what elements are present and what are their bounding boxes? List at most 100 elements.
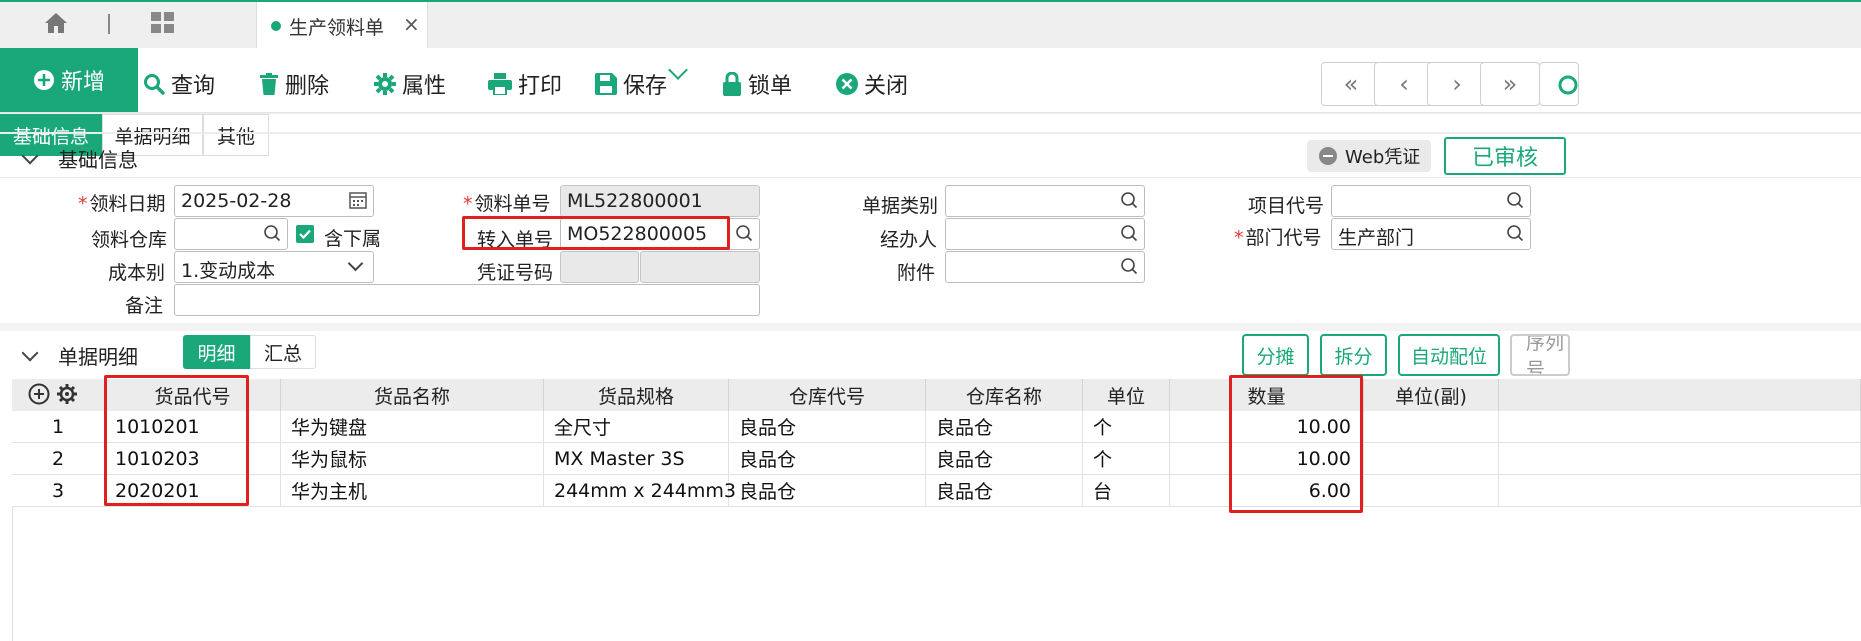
cell-spec[interactable]: 244mm x 244mm3 <box>544 475 736 507</box>
cell-wh_name[interactable]: 良品仓 <box>926 443 1083 475</box>
add-row-icon[interactable] <box>28 383 50 405</box>
cell-spec[interactable]: 全尺寸 <box>544 411 729 443</box>
cell-unit-secondary[interactable] <box>1364 475 1499 507</box>
warehouse-field[interactable] <box>174 218 288 250</box>
detail-header[interactable]: 单据明细 <box>21 341 138 370</box>
new-button-label: 新增 <box>60 70 105 95</box>
handler-field[interactable] <box>945 218 1145 250</box>
apps-grid-icon[interactable] <box>151 12 175 34</box>
cell-unit-secondary[interactable] <box>1364 443 1499 475</box>
cell-unit[interactable]: 个 <box>1083 443 1170 475</box>
new-button[interactable]: 新增 <box>0 48 138 112</box>
gear-icon <box>374 73 396 95</box>
dept-label: * 部门代号 <box>1234 227 1322 249</box>
view-tab-summary[interactable]: 汇总 <box>250 335 316 369</box>
close-tab-icon[interactable]: × <box>403 12 420 36</box>
tab-production-requisition[interactable]: 生产领料单 × <box>256 2 428 48</box>
save-dropdown-chevron-icon[interactable] <box>668 60 688 80</box>
cell-wh_code[interactable]: 良品仓 <box>729 411 926 443</box>
project-field[interactable] <box>1331 185 1531 217</box>
cell-unit-secondary[interactable] <box>1364 411 1499 443</box>
section-divider <box>0 132 1861 134</box>
active-dot-icon <box>271 21 281 31</box>
col-extra-header <box>1499 379 1861 411</box>
dept-field[interactable]: 生产部门 <box>1331 218 1531 250</box>
row-tools-header <box>12 379 105 411</box>
cell-extra <box>1499 411 1861 443</box>
collapse-chevron-icon <box>21 147 39 164</box>
nav-prev-button[interactable]: ‹ <box>1374 62 1434 106</box>
table-left-border <box>12 507 13 641</box>
attach-field[interactable] <box>945 251 1145 283</box>
collapse-chevron-icon <box>21 344 39 361</box>
cell-unit[interactable]: 台 <box>1083 475 1170 507</box>
cell-wh_name[interactable]: 良品仓 <box>926 475 1083 507</box>
date-value: 2025-02-28 <box>181 190 292 212</box>
search-icon[interactable] <box>1506 224 1524 242</box>
settings-gear-icon[interactable] <box>1539 62 1579 106</box>
view-tab-detail[interactable]: 明细 <box>183 335 250 369</box>
nav-first-button[interactable]: « <box>1321 62 1381 106</box>
search-icon[interactable] <box>1120 257 1138 275</box>
delete-button[interactable]: 删除 <box>259 64 329 104</box>
allocate-button[interactable]: 分摊 <box>1242 334 1309 376</box>
save-label: 保存 <box>623 74 668 99</box>
cell-name[interactable]: 华为鼠标 <box>281 443 544 475</box>
serial-number-button[interactable]: 序列号 <box>1510 334 1570 376</box>
remark-field[interactable] <box>174 284 760 316</box>
highlight-transfer-no <box>462 216 730 250</box>
close-button[interactable]: 关闭 <box>836 64 908 104</box>
cell-name[interactable]: 华为键盘 <box>281 411 544 443</box>
row-number: 1 <box>12 411 105 443</box>
search-icon[interactable] <box>263 224 281 242</box>
search-icon[interactable] <box>735 224 753 242</box>
search-icon[interactable] <box>1120 224 1138 242</box>
minus-circle-icon <box>1319 147 1337 165</box>
split-button[interactable]: 拆分 <box>1320 334 1387 376</box>
col-product-name-header[interactable]: 货品名称 <box>281 379 544 411</box>
chevron-down-icon <box>347 255 364 272</box>
cost-select[interactable]: 1.变动成本 <box>174 251 374 283</box>
lock-button[interactable]: 锁单 <box>722 64 792 104</box>
col-unit-secondary-header[interactable]: 单位(副) <box>1364 379 1499 411</box>
cell-unit[interactable]: 个 <box>1083 411 1170 443</box>
highlight-product-code-column <box>104 375 249 506</box>
tab-other[interactable]: 其他 <box>203 114 269 156</box>
nav-last-button[interactable]: » <box>1480 62 1540 106</box>
col-product-spec-header[interactable]: 货品规格 <box>544 379 729 411</box>
search-icon[interactable] <box>1120 191 1138 209</box>
properties-button[interactable]: 属性 <box>374 64 446 104</box>
date-field[interactable]: 2025-02-28 <box>174 185 374 217</box>
col-warehouse-code-header[interactable]: 仓库代号 <box>729 379 926 411</box>
doc-type-label: 单据类别 <box>862 195 939 217</box>
cell-name[interactable]: 华为主机 <box>281 475 544 507</box>
basic-info-header[interactable]: 基础信息 <box>21 144 138 173</box>
cell-wh_name[interactable]: 良品仓 <box>926 411 1083 443</box>
properties-label: 属性 <box>402 74 447 99</box>
cell-wh_code[interactable]: 良品仓 <box>729 443 926 475</box>
auto-locate-button[interactable]: 自动配位 <box>1398 334 1500 376</box>
col-unit-header[interactable]: 单位 <box>1083 379 1170 411</box>
print-button[interactable]: 打印 <box>488 64 562 104</box>
save-button[interactable]: 保存 <box>595 64 667 104</box>
calendar-icon[interactable] <box>349 191 367 209</box>
project-label: 项目代号 <box>1248 195 1325 217</box>
column-settings-gear-icon[interactable] <box>56 383 78 405</box>
voucher-number-field <box>640 251 760 283</box>
date-label: * 领料日期 <box>78 193 166 215</box>
query-button[interactable]: 查询 <box>143 64 215 104</box>
cell-spec[interactable]: MX Master 3S <box>544 443 729 475</box>
dept-value: 生产部门 <box>1338 227 1415 249</box>
cell-extra <box>1499 475 1861 507</box>
doc-type-field[interactable] <box>945 185 1145 217</box>
col-warehouse-name-header[interactable]: 仓库名称 <box>926 379 1083 411</box>
search-icon[interactable] <box>1506 191 1524 209</box>
nav-next-button[interactable]: › <box>1427 62 1487 106</box>
web-voucher-button[interactable]: Web凭证 <box>1307 140 1431 172</box>
print-label: 打印 <box>518 74 563 99</box>
cell-wh_code[interactable]: 良品仓 <box>729 475 926 507</box>
remark-label: 备注 <box>125 295 164 317</box>
home-icon[interactable] <box>44 12 68 34</box>
query-label: 查询 <box>171 74 216 99</box>
include-sub-checkbox[interactable] <box>296 225 314 243</box>
